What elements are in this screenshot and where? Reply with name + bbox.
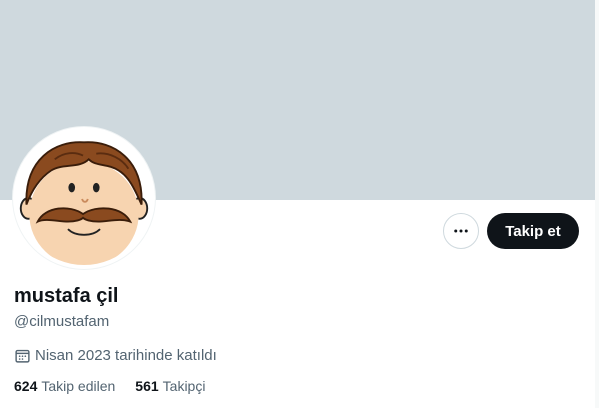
following-link[interactable]: 624 Takip edilen — [14, 378, 115, 394]
joined-date: Nisan 2023 tarihinde katıldı — [14, 347, 217, 364]
followers-link[interactable]: 561 Takipçi — [135, 378, 205, 394]
display-name: mustafa çil — [14, 285, 119, 307]
joined-text: Nisan 2023 tarihinde katıldı — [35, 347, 217, 364]
following-count: 624 — [14, 378, 38, 394]
profile-stats: 624 Takip edilen 561 Takipçi — [14, 378, 205, 394]
profile-handle: @cilmustafam — [14, 313, 110, 330]
more-options-button[interactable] — [443, 213, 479, 249]
scrollbar-track — [595, 0, 599, 408]
calendar-icon — [15, 349, 30, 363]
avatar-illustration — [17, 131, 151, 265]
followers-count: 561 — [135, 378, 159, 394]
follow-button[interactable]: Takip et — [487, 213, 579, 249]
followers-label: Takipçi — [162, 378, 206, 394]
following-label: Takip edilen — [41, 378, 116, 394]
avatar[interactable] — [13, 127, 155, 269]
more-horizontal-icon — [454, 229, 468, 233]
